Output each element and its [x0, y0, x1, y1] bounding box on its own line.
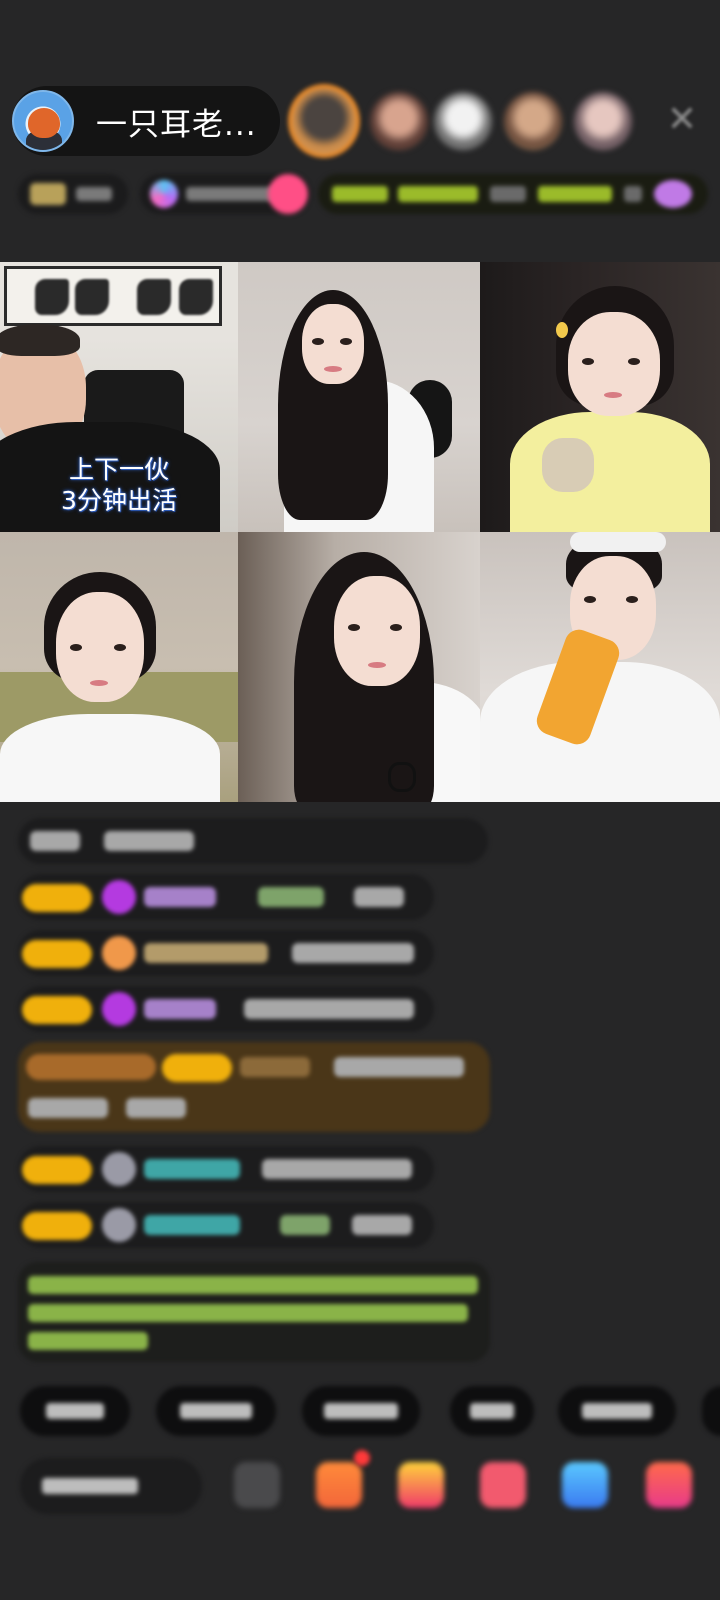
quick-reply-pill[interactable] [450, 1386, 534, 1436]
room-info-strip [18, 170, 708, 218]
hot-icon[interactable] [268, 174, 308, 214]
fan-club-icon[interactable] [316, 1462, 362, 1508]
chat-input[interactable] [20, 1458, 202, 1514]
multi-guest-video-grid: 上下一伙 3分钟出活 [0, 262, 720, 802]
viewer-avatar[interactable] [434, 92, 492, 150]
quick-reply-pill[interactable] [156, 1386, 276, 1436]
game-icon[interactable] [562, 1462, 608, 1508]
guest-caption: 上下一伙 3分钟出活 [61, 455, 177, 515]
chat-message-highlight[interactable] [18, 1042, 490, 1132]
chat-message[interactable] [18, 1202, 434, 1248]
guest-video-5[interactable] [238, 532, 480, 802]
emoji-icon[interactable] [234, 1462, 280, 1508]
activity-ticker[interactable] [318, 174, 708, 214]
calligraphy-scroll [4, 266, 222, 326]
share-icon[interactable] [480, 1462, 526, 1508]
quick-reply-pill[interactable] [702, 1386, 720, 1436]
quick-reply-pill[interactable] [558, 1386, 676, 1436]
top-viewer-avatar-featured[interactable] [288, 84, 360, 158]
gift-icon[interactable] [646, 1462, 692, 1508]
guest-video-3[interactable] [480, 262, 720, 532]
chat-message[interactable] [18, 874, 434, 920]
chat-message[interactable] [18, 818, 488, 864]
close-icon[interactable]: ✕ [662, 100, 702, 140]
host-info-pill[interactable]: 一只耳老... [12, 86, 280, 156]
chat-message[interactable] [18, 930, 434, 976]
viewer-avatar[interactable] [574, 92, 632, 150]
viewer-avatar[interactable] [370, 92, 428, 150]
viewer-avatar[interactable] [504, 92, 562, 150]
chat-message[interactable] [18, 986, 434, 1032]
chat-message[interactable] [18, 1146, 434, 1192]
quick-reply-pill[interactable] [302, 1386, 420, 1436]
host-avatar[interactable] [12, 90, 74, 152]
treasure-icon[interactable] [398, 1462, 444, 1508]
notification-dot [354, 1450, 370, 1466]
guest-video-4[interactable] [0, 532, 238, 802]
system-notice [18, 1262, 490, 1362]
guest-video-2[interactable] [238, 262, 480, 532]
rank-chip[interactable] [18, 174, 128, 214]
quick-reply-pill[interactable] [20, 1386, 130, 1436]
guest-video-6[interactable] [480, 532, 720, 802]
host-name: 一只耳老... [96, 106, 257, 143]
guest-video-1[interactable]: 上下一伙 3分钟出活 [0, 262, 238, 532]
